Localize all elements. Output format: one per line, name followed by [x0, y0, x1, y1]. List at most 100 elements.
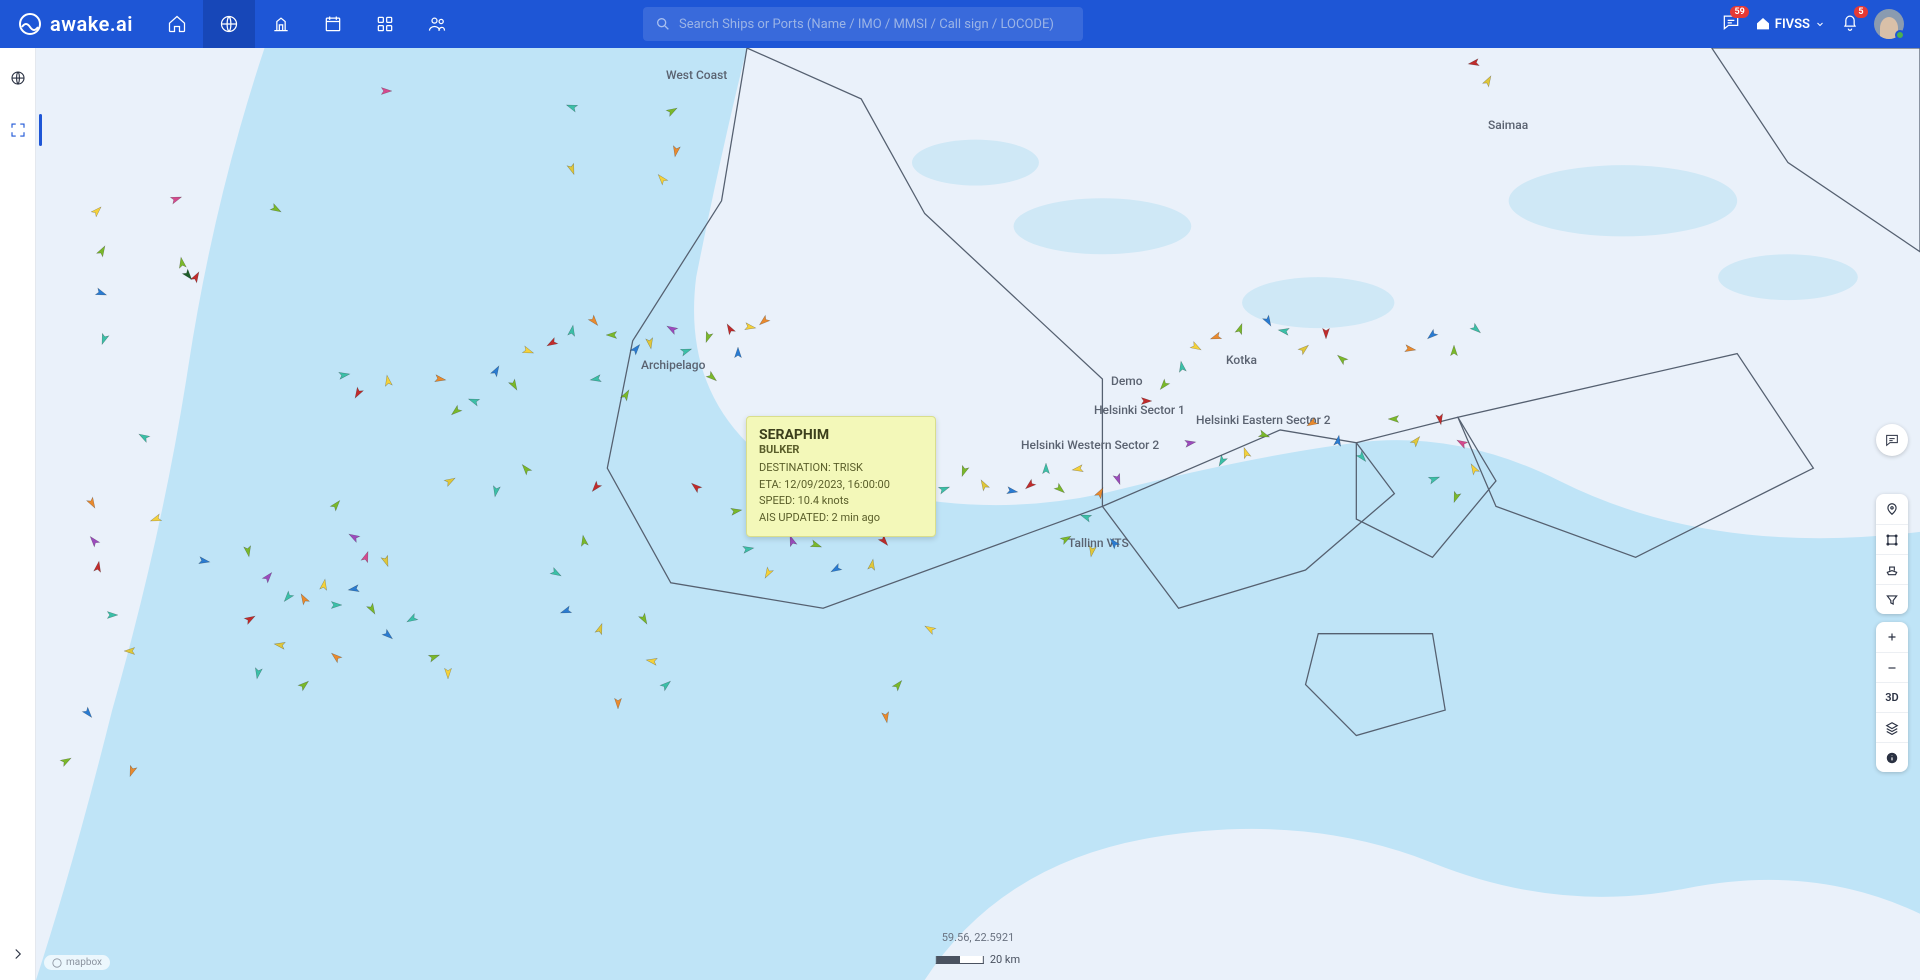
ship-marker[interactable] — [1433, 411, 1447, 425]
rail-fullscreen[interactable] — [6, 118, 30, 142]
ship-marker[interactable] — [85, 495, 99, 509]
ship-marker[interactable] — [489, 483, 503, 497]
ship-marker[interactable] — [329, 497, 343, 511]
ship-marker[interactable] — [347, 529, 361, 543]
ship-marker[interactable] — [593, 621, 607, 635]
ship-marker[interactable] — [757, 313, 771, 327]
ship-marker[interactable] — [1469, 321, 1483, 335]
ship-marker[interactable] — [197, 553, 211, 567]
ship-marker[interactable] — [589, 479, 603, 493]
nav-calendar[interactable] — [307, 0, 359, 48]
layers-button[interactable] — [1876, 712, 1908, 742]
ship-marker[interactable] — [87, 533, 101, 547]
ship-marker[interactable] — [577, 533, 591, 547]
ship-marker[interactable] — [1455, 435, 1469, 449]
ship-marker[interactable] — [1111, 471, 1125, 485]
ship-marker[interactable] — [1107, 535, 1121, 549]
ship-marker[interactable] — [1467, 461, 1481, 475]
ship-marker[interactable] — [91, 559, 105, 573]
ship-marker[interactable] — [1261, 313, 1275, 327]
ship-marker[interactable] — [1005, 483, 1019, 497]
ship-marker[interactable] — [95, 243, 109, 257]
map-attribution[interactable]: mapbox — [44, 955, 110, 970]
ship-marker[interactable] — [977, 477, 991, 491]
ship-marker[interactable] — [829, 561, 843, 575]
ship-marker[interactable] — [729, 503, 743, 517]
ship-marker[interactable] — [507, 377, 521, 391]
bounds-button[interactable] — [1876, 524, 1908, 554]
rail-globe[interactable] — [6, 66, 30, 90]
ship-marker[interactable] — [1079, 509, 1093, 523]
ship-marker[interactable] — [1449, 489, 1463, 503]
brand-logo[interactable]: awake.ai — [0, 12, 151, 36]
ship-marker[interactable] — [261, 569, 275, 583]
ship-marker[interactable] — [273, 637, 287, 651]
ship-marker[interactable] — [731, 345, 745, 359]
ship-marker[interactable] — [381, 373, 395, 387]
ship-marker[interactable] — [1257, 427, 1271, 441]
ship-marker[interactable] — [619, 387, 633, 401]
ship-marker[interactable] — [659, 677, 673, 691]
ship-marker[interactable] — [449, 403, 463, 417]
ship-marker[interactable] — [105, 607, 119, 621]
ship-marker[interactable] — [365, 601, 379, 615]
ship-marker[interactable] — [1093, 485, 1107, 499]
zoom-out-button[interactable] — [1876, 652, 1908, 682]
ship-marker[interactable] — [351, 385, 365, 399]
ship-marker[interactable] — [611, 695, 625, 709]
ship-marker[interactable] — [269, 201, 283, 215]
ship-marker[interactable] — [1233, 321, 1247, 335]
ship-marker[interactable] — [559, 603, 573, 617]
ship-marker[interactable] — [865, 557, 879, 571]
ship-marker[interactable] — [347, 581, 361, 595]
ship-marker[interactable] — [251, 665, 265, 679]
locate-button[interactable] — [1876, 494, 1908, 524]
ship-marker[interactable] — [937, 481, 951, 495]
ship-marker[interactable] — [679, 343, 693, 357]
ship-marker[interactable] — [1467, 55, 1481, 69]
map-canvas[interactable]: West CoastArchipelagoDemoHelsinki Sector… — [36, 48, 1920, 980]
ship-marker[interactable] — [433, 371, 447, 385]
ship-marker[interactable] — [489, 363, 503, 377]
ship-marker[interactable] — [90, 203, 104, 217]
ship-marker[interactable] — [701, 329, 715, 343]
ship-marker[interactable] — [427, 649, 441, 663]
zoom-in-button[interactable] — [1876, 622, 1908, 652]
ship-marker[interactable] — [317, 577, 331, 591]
ship-marker[interactable] — [1059, 531, 1073, 545]
ship-marker[interactable] — [589, 371, 603, 385]
port-selector[interactable]: FIVSS — [1755, 16, 1826, 32]
ship-marker[interactable] — [1215, 453, 1229, 467]
nav-home[interactable] — [151, 0, 203, 48]
ship-marker[interactable] — [521, 343, 535, 357]
ship-marker[interactable] — [549, 565, 563, 579]
nav-people[interactable] — [411, 0, 463, 48]
ship-marker[interactable] — [125, 763, 139, 777]
ship-marker[interactable] — [281, 589, 295, 603]
ship-marker[interactable] — [519, 461, 533, 475]
ship-marker[interactable] — [879, 709, 893, 723]
ship-marker[interactable] — [1277, 323, 1291, 337]
ship-marker[interactable] — [741, 541, 755, 555]
ship-marker[interactable] — [1239, 445, 1253, 459]
ship-marker[interactable] — [1335, 351, 1349, 365]
ship-marker[interactable] — [923, 621, 937, 635]
ship-marker[interactable] — [1139, 393, 1153, 407]
ship-marker[interactable] — [1297, 341, 1311, 355]
ship-marker[interactable] — [359, 549, 373, 563]
ship-marker[interactable] — [59, 753, 73, 767]
ship-marker[interactable] — [381, 627, 395, 641]
chat-button[interactable] — [1876, 424, 1908, 456]
nav-apps[interactable] — [359, 0, 411, 48]
ship-marker[interactable] — [1209, 329, 1223, 343]
ship-marker[interactable] — [637, 611, 651, 625]
ship-marker[interactable] — [565, 323, 579, 337]
ship-marker[interactable] — [137, 429, 151, 443]
ship-marker[interactable] — [123, 643, 137, 657]
ship-marker[interactable] — [467, 393, 481, 407]
ship-marker[interactable] — [243, 611, 257, 625]
ship-marker[interactable] — [761, 565, 775, 579]
ship-marker[interactable] — [629, 341, 643, 355]
ship-marker[interactable] — [1189, 339, 1203, 353]
ship-marker[interactable] — [1447, 343, 1461, 357]
